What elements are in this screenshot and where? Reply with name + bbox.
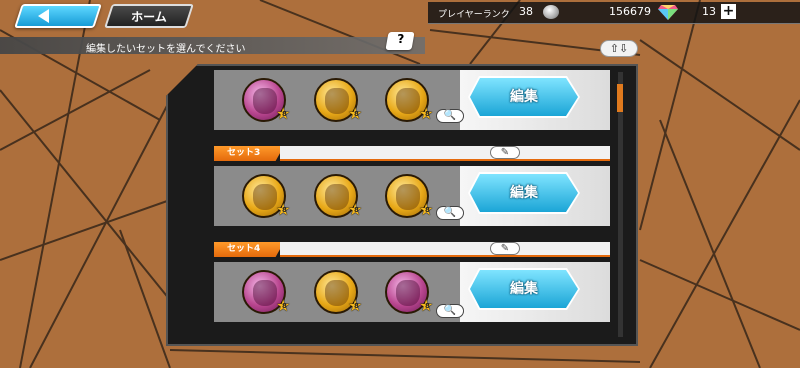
medal-level: 8 bbox=[354, 110, 359, 118]
medal-level: 8 bbox=[282, 206, 287, 214]
medal-level: 8 bbox=[354, 206, 359, 214]
rename-pencil-icon[interactable]: ✎ bbox=[490, 146, 520, 159]
magnify-icon[interactable]: 🔍 bbox=[436, 304, 464, 318]
edit-button[interactable]: 編集 bbox=[470, 174, 578, 212]
rename-pencil-icon[interactable]: ✎ bbox=[490, 242, 520, 255]
help-button[interactable]: ? bbox=[385, 32, 415, 50]
sort-button[interactable]: ⇧⇩ bbox=[600, 40, 638, 57]
set-header-line bbox=[280, 242, 610, 257]
back-button[interactable] bbox=[14, 4, 102, 28]
gem-icon bbox=[658, 5, 678, 20]
portrait-icon bbox=[253, 88, 277, 114]
medal-level: 8 bbox=[282, 110, 287, 118]
set-label-tab: セット4 bbox=[214, 242, 284, 257]
portrait-icon bbox=[253, 280, 277, 306]
portrait-icon bbox=[325, 88, 349, 114]
medal-level: 8 bbox=[425, 302, 430, 310]
instruction-text: 編集したいセットを選んでください bbox=[86, 44, 246, 55]
portrait-icon bbox=[325, 184, 349, 210]
edit-button[interactable]: 編集 bbox=[470, 78, 578, 116]
medal-level: 8 bbox=[354, 302, 359, 310]
edit-button[interactable]: 編集 bbox=[470, 270, 578, 308]
home-button-label: ホーム bbox=[131, 10, 167, 24]
set-label-tab: セット3 bbox=[214, 146, 284, 161]
player-rank-value: 38 bbox=[519, 5, 533, 18]
medal-level: 8 bbox=[282, 302, 287, 310]
portrait-icon bbox=[253, 184, 277, 210]
add-gems-button[interactable]: + bbox=[721, 4, 736, 19]
magnify-icon[interactable]: 🔍 bbox=[436, 206, 464, 220]
scrollbar-thumb[interactable] bbox=[617, 84, 623, 112]
magnify-icon[interactable]: 🔍 bbox=[436, 109, 464, 123]
coin-icon bbox=[543, 5, 559, 19]
set-header-line bbox=[280, 146, 610, 161]
portrait-icon bbox=[396, 184, 420, 210]
portrait-icon bbox=[396, 88, 420, 114]
portrait-icon bbox=[325, 280, 349, 306]
medal-level: 8 bbox=[425, 206, 430, 214]
coin-count: 156679 bbox=[609, 5, 651, 18]
gem-count: 13 bbox=[702, 5, 716, 18]
back-arrow-icon bbox=[38, 9, 49, 23]
medal-level: 8 bbox=[425, 110, 430, 118]
portrait-icon bbox=[396, 280, 420, 306]
help-icon: ? bbox=[396, 32, 404, 46]
